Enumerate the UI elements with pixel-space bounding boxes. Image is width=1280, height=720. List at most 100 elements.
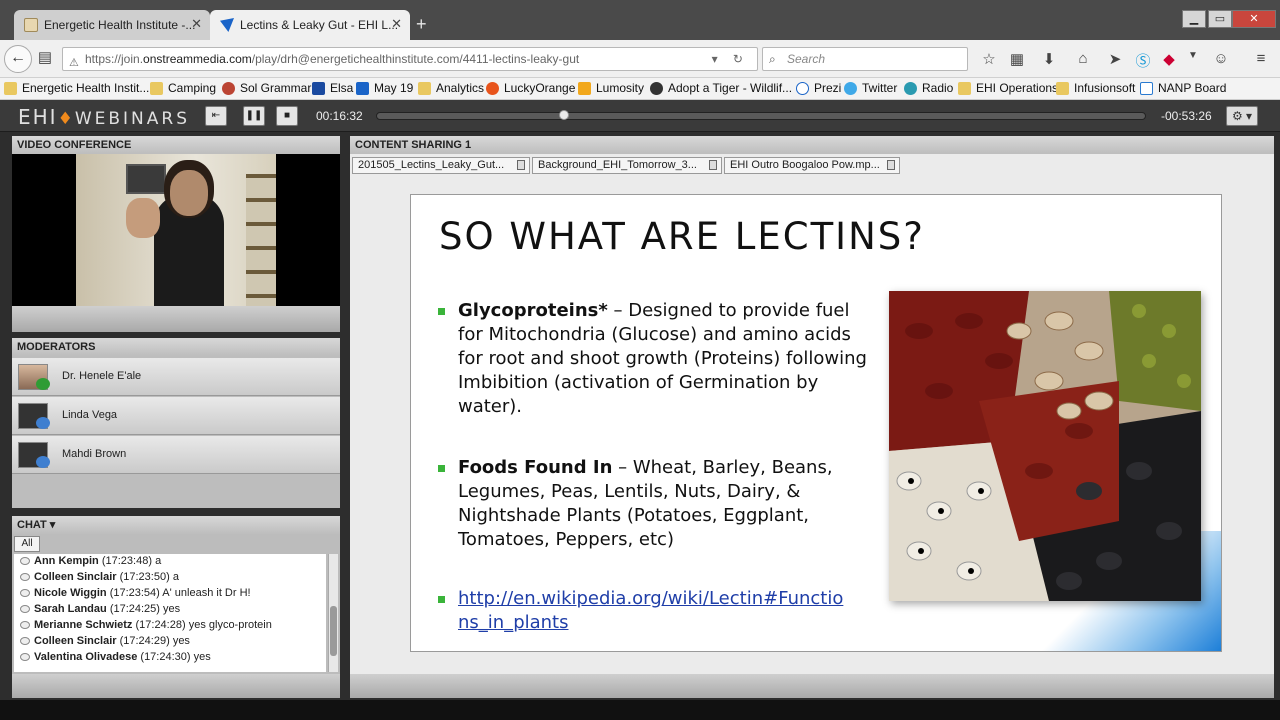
warning-icon: ⚠ xyxy=(69,57,79,69)
settings-gear-icon[interactable]: ⚙ ▾ xyxy=(1226,106,1258,126)
exit-button[interactable]: ⇤ xyxy=(205,106,227,126)
wikipedia-link[interactable]: http://en.wikipedia.org/wiki/Lectin#Func… xyxy=(458,588,843,633)
folder-icon xyxy=(150,82,163,95)
chat-author: Colleen Sinclair xyxy=(34,571,117,583)
beans-photo xyxy=(889,291,1201,601)
chat-time: (17:24:30) xyxy=(140,651,191,663)
video-conference-header: VIDEO CONFERENCE xyxy=(12,136,340,154)
bullet-heading: Foods Found In xyxy=(458,457,613,478)
file-tab[interactable]: EHI Outro Boogaloo Pow.mp... xyxy=(724,157,900,174)
chat-scrollbar[interactable] xyxy=(328,554,338,672)
bookmark-item[interactable]: Radio xyxy=(904,81,953,95)
chat-text: yes glyco-protein xyxy=(188,619,272,631)
bookmark-item[interactable]: Elsa xyxy=(312,81,353,95)
progress-knob[interactable] xyxy=(559,110,569,120)
moderator-item[interactable]: Mahdi Brown xyxy=(12,436,340,474)
bookmark-item[interactable]: Twitter xyxy=(844,81,897,95)
bookmark-item[interactable]: Sol Grammar xyxy=(222,81,311,95)
moderator-name: Linda Vega xyxy=(62,409,118,421)
bookmark-item[interactable]: NANP Board xyxy=(1140,81,1226,95)
send-icon[interactable]: ➤ xyxy=(1104,50,1126,68)
menu-icon[interactable]: ≡ xyxy=(1250,50,1272,67)
chat-text: a xyxy=(155,555,162,567)
lumosity-icon xyxy=(578,82,591,95)
chat-header[interactable]: CHAT ▾ xyxy=(12,516,340,534)
folder-icon xyxy=(418,82,431,95)
bookmark-item[interactable]: Prezi xyxy=(796,81,841,95)
skype-icon[interactable]: Ⓢ xyxy=(1132,50,1154,71)
page-icon: ▤ xyxy=(37,49,53,66)
moderator-item[interactable]: Dr. Henele E'ale xyxy=(12,358,340,396)
bookmarks-bar: Energetic Health Instit... Camping Sol G… xyxy=(0,78,1280,100)
chat-time: (17:24:29) xyxy=(119,635,170,647)
time-elapsed: 00:16:32 xyxy=(316,109,363,123)
wwf-icon xyxy=(650,82,663,95)
back-arrow-icon[interactable]: ← xyxy=(4,45,32,73)
reload-icon[interactable]: ▾ ↻ xyxy=(712,48,749,70)
ehi-webinars-logo: EHI♦WEBINARS xyxy=(18,105,190,129)
reading-list-icon[interactable]: ▦ xyxy=(1006,50,1028,68)
bookmark-item[interactable]: May 19 xyxy=(356,81,413,95)
chat-bubble-icon[interactable]: ☺ xyxy=(1210,50,1232,67)
close-window-button[interactable]: ✕ xyxy=(1232,10,1276,28)
chat-tab-all[interactable]: All xyxy=(14,536,40,552)
search-icon: ⌕ xyxy=(769,52,776,66)
video-footer xyxy=(12,306,340,332)
file-tab[interactable]: 201505_Lectins_Leaky_Gut... xyxy=(352,157,530,174)
maximize-button[interactable]: ▭ xyxy=(1208,10,1232,28)
dropdown-icon[interactable]: ▼ xyxy=(1182,50,1204,61)
logo-main: EHI xyxy=(18,105,58,129)
user-status-icon xyxy=(36,417,50,429)
bookmark-item[interactable]: LuckyOrange xyxy=(486,81,575,95)
bookmark-label: Elsa xyxy=(330,81,354,95)
chat-message: Merianne Schwietz (17:24:28) yes glyco-p… xyxy=(20,619,272,631)
bullet-icon xyxy=(438,596,445,603)
bookmark-item[interactable]: Infusionsoft xyxy=(1056,81,1135,95)
bookmark-item[interactable]: Energetic Health Instit... xyxy=(4,81,149,95)
chat-message: Colleen Sinclair (17:23:50) a xyxy=(20,571,179,583)
chat-bubble-icon xyxy=(20,621,30,629)
user-status-icon xyxy=(36,456,50,468)
bookmark-label: May 19 xyxy=(374,81,414,95)
time-remaining: -00:53:26 xyxy=(1161,109,1212,123)
chat-bubble-icon xyxy=(20,557,30,565)
bookmark-item[interactable]: Adopt a Tiger - Wildlif... xyxy=(650,81,792,95)
tab-lectins-leaky-gut[interactable]: Lectins & Leaky Gut - EHI L... ✕ xyxy=(210,10,410,40)
slide-bullet-link: http://en.wikipedia.org/wiki/Lectin#Func… xyxy=(438,587,853,635)
tab-energetic-health[interactable]: Energetic Health Institute -... ✕ xyxy=(14,10,210,40)
tab-title: Energetic Health Institute -... xyxy=(44,18,196,32)
moderator-item[interactable]: Linda Vega xyxy=(12,397,340,435)
bookmark-item[interactable]: Camping xyxy=(150,81,216,95)
bullet-icon xyxy=(438,465,445,472)
bullet-icon xyxy=(438,308,445,315)
close-tab-icon[interactable]: ✕ xyxy=(391,16,402,32)
chat-author: Nicole Wiggin xyxy=(34,587,107,599)
file-tab[interactable]: Background_EHI_Tomorrow_3... xyxy=(532,157,722,174)
home-icon[interactable]: ⌂ xyxy=(1072,50,1094,67)
pause-button[interactable]: ❚❚ xyxy=(243,106,265,126)
download-icon[interactable]: ⬇ xyxy=(1038,50,1060,68)
bookmark-star-icon[interactable]: ☆ xyxy=(978,50,1000,68)
stop-button[interactable]: ■ xyxy=(276,106,298,126)
new-tab-icon[interactable]: + xyxy=(416,14,427,35)
file-name: 201505_Lectins_Leaky_Gut... xyxy=(358,159,505,171)
bookmark-item[interactable]: Analytics xyxy=(418,81,484,95)
chat-footer xyxy=(12,674,340,698)
favicon-icon xyxy=(24,18,38,32)
url-bar[interactable]: ⚠ https://join.onstreammedia.com/play/dr… xyxy=(62,47,758,71)
minimize-button[interactable]: ▁ xyxy=(1182,10,1206,28)
progress-slider[interactable] xyxy=(376,110,1146,120)
chat-time: (17:23:50) xyxy=(119,571,170,583)
bookmark-label: Energetic Health Instit... xyxy=(22,81,150,95)
wall-picture xyxy=(126,164,166,194)
document-icon xyxy=(517,160,525,170)
prezi-icon xyxy=(796,82,809,95)
chat-bubble-icon xyxy=(20,589,30,597)
chat-time: (17:23:48) xyxy=(101,555,152,567)
bookmark-item[interactable]: EHI Operations xyxy=(958,81,1058,95)
bookmark-item[interactable]: Lumosity xyxy=(578,81,644,95)
scrollbar-thumb[interactable] xyxy=(330,606,337,656)
extension-icon[interactable]: ◆ xyxy=(1158,50,1180,68)
search-input[interactable]: ⌕ Search xyxy=(762,47,968,71)
close-tab-icon[interactable]: ✕ xyxy=(191,16,202,32)
